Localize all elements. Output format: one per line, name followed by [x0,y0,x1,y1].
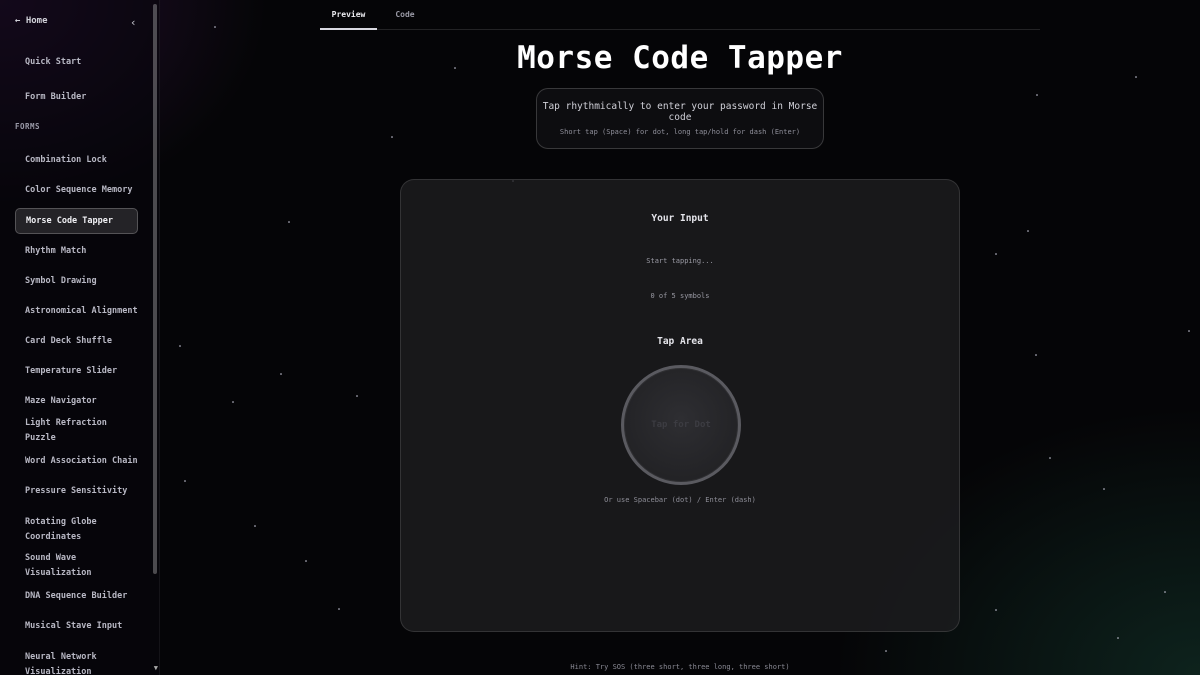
instruction-text: Tap rhythmically to enter your password … [542,101,818,123]
page-title: Morse Code Tapper [517,40,843,76]
input-label: Your Input [651,213,709,224]
sidebar-item-astronomical-alignment[interactable]: Astronomical Alignment [15,298,138,324]
sidebar-item-rotating-globe-coordinates[interactable]: Rotating Globe Coordinates [15,513,138,547]
input-display: Start tapping... [646,257,714,265]
sidebar-scrollbar[interactable] [153,4,157,574]
sidebar-item-pressure-sensitivity[interactable]: Pressure Sensitivity [15,478,138,504]
sidebar-item-word-association-chain[interactable]: Word Association Chain [15,448,138,474]
symbol-counter: 0 of 5 symbols [650,292,710,300]
collapse-sidebar-icon[interactable]: ‹ [130,16,137,29]
keyboard-hint: Or use Spacebar (dot) / Enter (dash) [604,496,756,504]
sidebar-item-combination-lock[interactable]: Combination Lock [15,147,138,173]
sidebar-item-rhythm-match[interactable]: Rhythm Match [15,238,138,264]
instruction-box: Tap rhythmically to enter your password … [536,88,824,149]
sidebar-item-neural-network-visualization[interactable]: Neural Network Visualization [15,648,138,675]
sidebar-item-temperature-slider[interactable]: Temperature Slider [15,358,138,384]
sidebar-item-quick-start[interactable]: Quick Start [15,49,138,75]
sidebar-item-musical-stave-input[interactable]: Musical Stave Input [15,613,138,639]
tap-button[interactable]: Tap for Dot [621,365,741,485]
sidebar: ← Home ‹ Quick Start Form Builder FORMS … [0,0,160,675]
sidebar-item-light-refraction-puzzle[interactable]: Light Refraction Puzzle [15,418,138,444]
scroll-down-icon[interactable]: ▼ [154,664,158,672]
tab-code[interactable]: Code [390,0,420,30]
view-tabs: Preview Code [320,0,1040,30]
app-root: ← Home ‹ Quick Start Form Builder FORMS … [0,0,1200,675]
sidebar-item-maze-navigator[interactable]: Maze Navigator [15,388,138,414]
sidebar-item-sound-wave-visualization[interactable]: Sound Wave Visualization [15,553,138,579]
sidebar-item-dna-sequence-builder[interactable]: DNA Sequence Builder [15,583,138,609]
home-link[interactable]: ← Home [15,16,48,26]
instruction-subtext: Short tap (Space) for dot, long tap/hold… [559,128,801,136]
sidebar-item-symbol-drawing[interactable]: Symbol Drawing [15,268,138,294]
tap-area-label: Tap Area [657,336,703,347]
tapper-panel: Your Input Start tapping... 0 of 5 symbo… [400,179,960,632]
bottom-hint: Hint: Try SOS (three short, three long, … [570,663,790,671]
sidebar-item-color-sequence-memory[interactable]: Color Sequence Memory [15,177,138,203]
sidebar-section-label: FORMS [15,122,41,131]
sidebar-item-form-builder[interactable]: Form Builder [15,84,138,110]
sidebar-item-card-deck-shuffle[interactable]: Card Deck Shuffle [15,328,138,354]
sidebar-item-morse-code-tapper[interactable]: Morse Code Tapper [15,208,138,234]
tab-preview[interactable]: Preview [320,0,377,30]
